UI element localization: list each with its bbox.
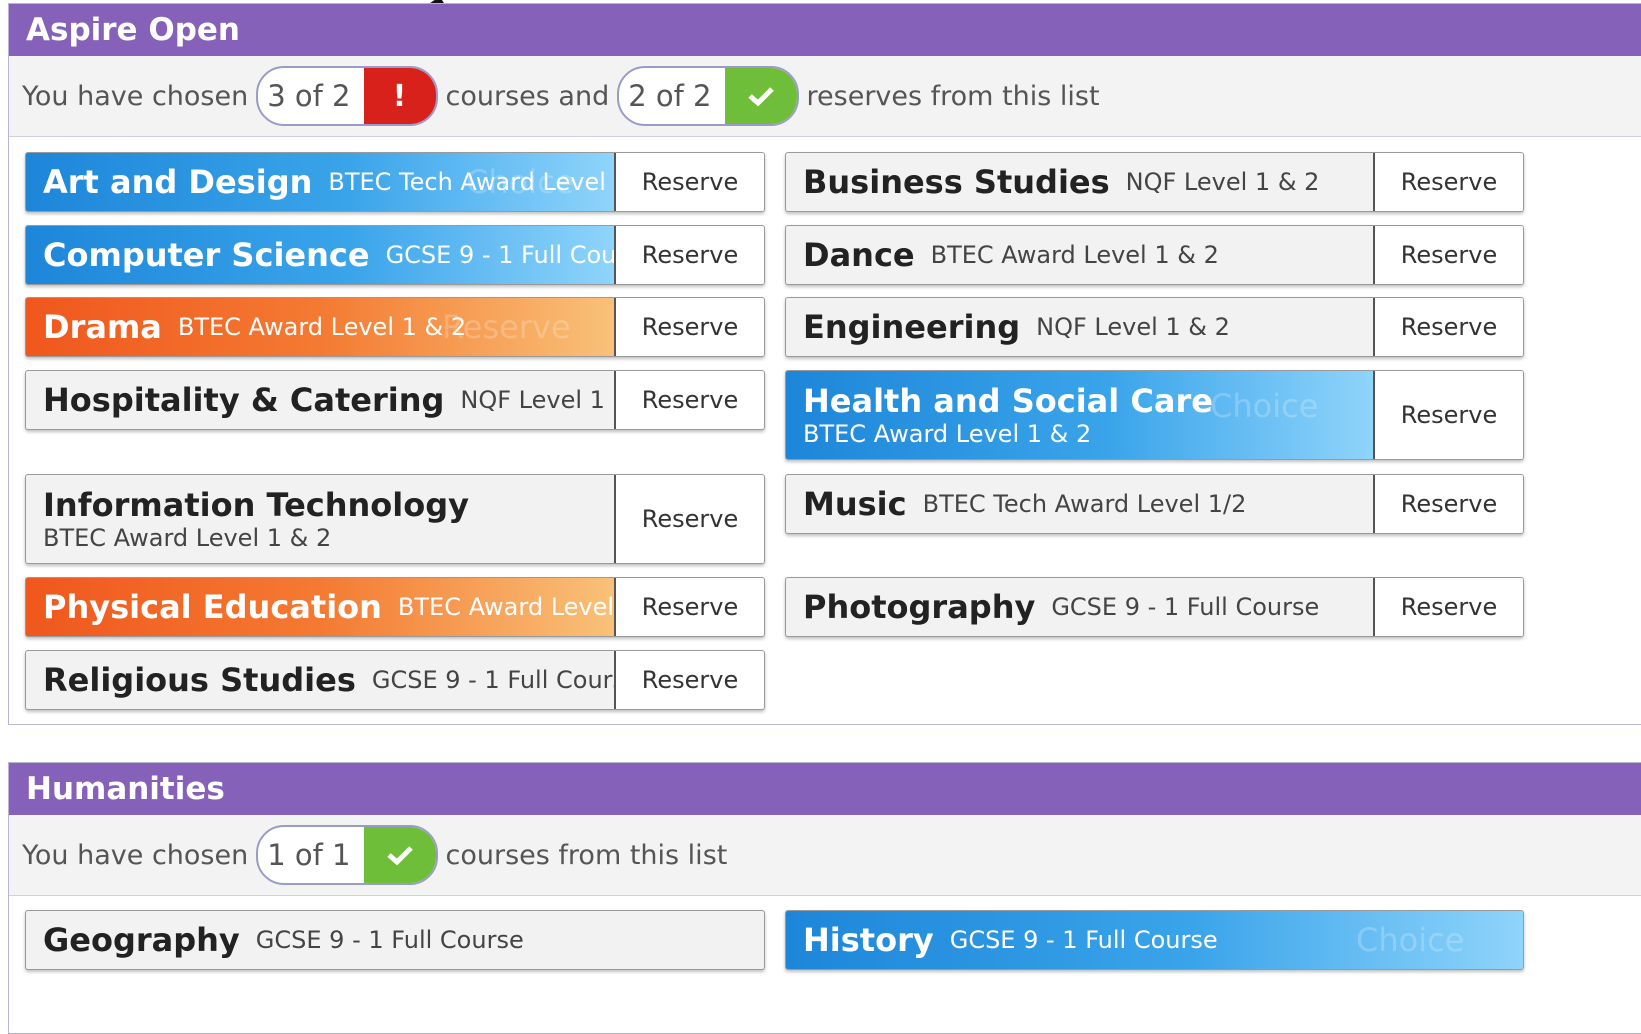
- course-qualification: BTEC Award Level 1 & 2: [803, 420, 1092, 448]
- course-qualification: GCSE 9 - 1 Full Course: [255, 926, 524, 954]
- course-card-health-social-care[interactable]: Health and Social Care BTEC Award Level …: [785, 370, 1524, 460]
- course-qualification: BTEC Tech Award Level 1/2: [922, 490, 1247, 518]
- course-card-physical-education[interactable]: Physical Education BTEC Award Level 1 & …: [25, 577, 765, 637]
- course-name: History: [803, 921, 934, 959]
- status-suffix: courses from this list: [445, 839, 728, 871]
- exclamation-icon: !: [363, 68, 436, 124]
- reserves-count: 2 of 2: [628, 79, 712, 113]
- course-card-body[interactable]: Drama BTEC Award Level 1 & 2 Reserve: [26, 298, 614, 356]
- course-qualification: NQF Level 1 & 2: [460, 386, 614, 414]
- course-card-dance[interactable]: Dance BTEC Award Level 1 & 2 Reserve: [785, 225, 1524, 285]
- course-name: Photography: [803, 588, 1036, 626]
- course-qualification: NQF Level 1 & 2: [1036, 313, 1230, 341]
- course-card-body[interactable]: Engineering NQF Level 1 & 2: [786, 298, 1373, 356]
- selection-status-bar: You have chosen 3 of 2 ! courses and 2 o…: [9, 56, 1641, 137]
- humanities-section: Humanities You have chosen 1 of 1 course…: [8, 762, 1641, 1034]
- selection-status-bar: You have chosen 1 of 1 courses from this…: [9, 815, 1641, 896]
- course-card-information-technology[interactable]: Information Technology BTEC Award Level …: [25, 474, 765, 564]
- reserve-button[interactable]: Reserve: [1373, 153, 1523, 211]
- reserve-button[interactable]: Reserve: [614, 578, 764, 636]
- course-name: Art and Design: [43, 163, 313, 201]
- reserve-button[interactable]: Reserve: [614, 371, 764, 429]
- course-card-body[interactable]: Information Technology BTEC Award Level …: [26, 475, 614, 563]
- course-name: Hospitality & Catering: [43, 381, 445, 419]
- course-qualification: GCSE 9 - 1 Full Course: [1051, 593, 1320, 621]
- reserve-button[interactable]: Reserve: [1373, 226, 1523, 284]
- course-qualification: BTEC Award Level 1 & 2: [930, 241, 1219, 269]
- course-card-body[interactable]: Business Studies NQF Level 1 & 2: [786, 153, 1373, 211]
- course-card-business-studies[interactable]: Business Studies NQF Level 1 & 2 Reserve: [785, 152, 1524, 212]
- course-name: Business Studies: [803, 163, 1110, 201]
- course-qualification: BTEC Tech Award Level 1/2: [328, 168, 614, 196]
- course-name: Religious Studies: [43, 661, 356, 699]
- course-card-history[interactable]: History GCSE 9 - 1 Full Course Choice: [785, 910, 1524, 970]
- choice-watermark: Choice: [1210, 387, 1319, 425]
- courses-count-pill: 1 of 1: [256, 825, 438, 885]
- choice-watermark: Choice: [1356, 921, 1465, 959]
- course-name: Music: [803, 485, 907, 523]
- section-title: Aspire Open: [9, 4, 1641, 56]
- course-qualification: BTEC Award Level 1 & 2: [43, 524, 332, 552]
- reserves-count-pill: 2 of 2: [617, 66, 799, 126]
- course-qualification: GCSE 9 - 1 Full Course: [385, 241, 614, 269]
- course-name: Geography: [43, 921, 240, 959]
- course-card-body[interactable]: Religious Studies GCSE 9 - 1 Full Course: [26, 651, 614, 709]
- reserve-button[interactable]: Reserve: [1373, 298, 1523, 356]
- courses-count: 3 of 2: [267, 79, 351, 113]
- course-card-art-and-design[interactable]: Art and Design BTEC Tech Award Level 1/2…: [25, 152, 765, 212]
- status-prefix: You have chosen: [22, 839, 249, 871]
- reserve-button[interactable]: Reserve: [614, 153, 764, 211]
- course-card-body[interactable]: Computer Science GCSE 9 - 1 Full Course: [26, 226, 614, 284]
- status-suffix: reserves from this list: [806, 80, 1100, 112]
- course-qualification: NQF Level 1 & 2: [1125, 168, 1320, 196]
- reserve-button[interactable]: Reserve: [1373, 371, 1523, 459]
- course-card-body[interactable]: Geography GCSE 9 - 1 Full Course: [26, 911, 764, 969]
- course-card-computer-science[interactable]: Computer Science GCSE 9 - 1 Full Course …: [25, 225, 765, 285]
- checkmark-icon: [724, 68, 797, 124]
- course-card-body[interactable]: Health and Social Care BTEC Award Level …: [786, 371, 1373, 459]
- course-card-photography[interactable]: Photography GCSE 9 - 1 Full Course Reser…: [785, 577, 1524, 637]
- course-card-drama[interactable]: Drama BTEC Award Level 1 & 2 Reserve Res…: [25, 297, 765, 357]
- course-card-body[interactable]: Physical Education BTEC Award Level 1 & …: [26, 578, 614, 636]
- course-card-body[interactable]: History GCSE 9 - 1 Full Course Choice: [786, 911, 1523, 969]
- reserve-button[interactable]: Reserve: [614, 298, 764, 356]
- course-card-body[interactable]: Music BTEC Tech Award Level 1/2: [786, 475, 1373, 533]
- aspire-open-section: Aspire Open You have chosen 3 of 2 ! cou…: [8, 3, 1641, 725]
- course-qualification: GCSE 9 - 1 Full Course: [949, 926, 1218, 954]
- section-title-text: Aspire Open: [26, 12, 241, 48]
- section-title: Humanities: [9, 763, 1641, 815]
- course-name: Drama: [43, 308, 162, 346]
- course-card-engineering[interactable]: Engineering NQF Level 1 & 2 Reserve: [785, 297, 1524, 357]
- courses-count-pill: 3 of 2 !: [256, 66, 438, 126]
- checkmark-icon: [363, 827, 436, 883]
- course-qualification: GCSE 9 - 1 Full Course: [371, 666, 614, 694]
- course-card-religious-studies[interactable]: Religious Studies GCSE 9 - 1 Full Course…: [25, 650, 765, 710]
- reserve-button[interactable]: Reserve: [614, 226, 764, 284]
- course-name: Physical Education: [43, 588, 382, 626]
- reserve-button[interactable]: Reserve: [614, 475, 764, 563]
- course-name: Computer Science: [43, 236, 370, 274]
- course-name: Dance: [803, 236, 915, 274]
- status-middle: courses and: [445, 80, 610, 112]
- status-prefix: You have chosen: [22, 80, 249, 112]
- course-card-body[interactable]: Dance BTEC Award Level 1 & 2: [786, 226, 1373, 284]
- course-qualification: BTEC Award Level 1 & 2: [397, 593, 614, 621]
- course-card-body[interactable]: Photography GCSE 9 - 1 Full Course: [786, 578, 1373, 636]
- course-name: Health and Social Care: [803, 382, 1213, 420]
- course-card-body[interactable]: Hospitality & Catering NQF Level 1 & 2: [26, 371, 614, 429]
- reserve-button[interactable]: Reserve: [1373, 578, 1523, 636]
- course-card-geography[interactable]: Geography GCSE 9 - 1 Full Course: [25, 910, 765, 970]
- course-name: Engineering: [803, 308, 1021, 346]
- courses-count: 1 of 1: [267, 838, 351, 872]
- section-title-text: Humanities: [26, 771, 225, 807]
- reserve-button[interactable]: Reserve: [614, 651, 764, 709]
- course-name: Information Technology: [43, 486, 469, 524]
- course-card-hospitality-catering[interactable]: Hospitality & Catering NQF Level 1 & 2 R…: [25, 370, 765, 430]
- reserve-button[interactable]: Reserve: [1373, 475, 1523, 533]
- course-qualification: BTEC Award Level 1 & 2: [177, 313, 467, 341]
- course-card-body[interactable]: Art and Design BTEC Tech Award Level 1/2…: [26, 153, 614, 211]
- course-card-music[interactable]: Music BTEC Tech Award Level 1/2 Reserve: [785, 474, 1524, 534]
